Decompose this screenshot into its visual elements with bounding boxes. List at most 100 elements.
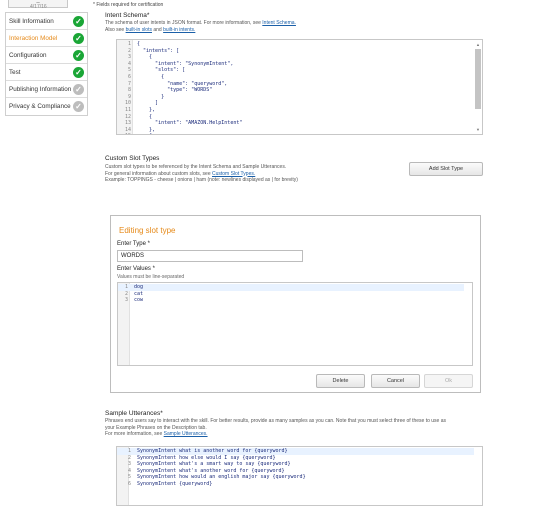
enter-values-label: Enter Values * bbox=[117, 266, 155, 272]
sample-utterances-editor[interactable]: 1 SynonymIntent what is another word for … bbox=[116, 446, 483, 506]
sidebar-item-1[interactable]: Interaction Model ✓ bbox=[6, 30, 87, 47]
code-text: "type": "WORDS" bbox=[137, 87, 213, 94]
code-text: "intent": "AMAZON.HelpIntent" bbox=[137, 120, 243, 127]
panel-title: Editing slot type bbox=[119, 226, 176, 235]
code-text: { bbox=[137, 54, 153, 61]
delete-button[interactable]: Delete bbox=[316, 374, 365, 388]
check-complete-icon: ✓ bbox=[73, 67, 84, 78]
code-line[interactable]: 2 cat bbox=[118, 291, 464, 298]
custom-slot-types-description: Custom slot types to be referenced by th… bbox=[105, 164, 405, 184]
code-line[interactable]: 6 { bbox=[117, 74, 474, 81]
custom-slot-types-link[interactable]: Custom Slot Types. bbox=[212, 171, 255, 177]
add-slot-type-button[interactable]: Add Slot Type bbox=[409, 162, 483, 176]
code-line[interactable]: 14 }, bbox=[117, 127, 474, 134]
code-line[interactable]: 10 ] bbox=[117, 100, 474, 107]
built-in-intents-link[interactable]: built-in intents. bbox=[163, 27, 195, 33]
code-text: SynonymIntent what is another word for {… bbox=[137, 448, 288, 454]
line-number: 5 bbox=[127, 67, 131, 74]
code-text: dog bbox=[134, 284, 144, 290]
sidebar-item-4[interactable]: Publishing Information ✓ bbox=[6, 81, 87, 98]
code-line[interactable]: 6 SynonymIntent {queryword} bbox=[117, 481, 474, 488]
line-number: 14 bbox=[124, 126, 131, 133]
intent-schema-desc-text: The schema of user intents in JSON forma… bbox=[105, 20, 261, 26]
code-text: }, bbox=[137, 106, 156, 113]
custom-slot-desc-1: Custom slot types to be referenced by th… bbox=[105, 164, 287, 170]
line-number: 3 bbox=[127, 54, 131, 61]
check-complete-icon: ✓ bbox=[73, 50, 84, 61]
code-line[interactable]: 2 "intents": [ bbox=[117, 48, 474, 55]
code-line[interactable]: 8 "type": "WORDS" bbox=[117, 87, 474, 94]
code-text: SynonymIntent how else would I say {quer… bbox=[137, 454, 276, 461]
sidebar-item-label: Skill Information bbox=[9, 18, 54, 25]
line-number: 2 bbox=[127, 47, 131, 54]
code-line[interactable]: 1 SynonymIntent what is another word for … bbox=[117, 448, 474, 455]
line-number: 1 bbox=[127, 41, 131, 47]
sidebar-item-0[interactable]: Skill Information ✓ bbox=[6, 13, 87, 30]
line-number: 1 bbox=[127, 448, 131, 454]
intent-schema-code[interactable]: 1{2 "intents": [3 {4 "intent": "SynonymI… bbox=[117, 41, 474, 134]
code-text: cow bbox=[134, 297, 144, 304]
line-number: 4 bbox=[127, 60, 131, 67]
utterances-desc-2: your Example Phrases on the Description … bbox=[105, 424, 207, 431]
custom-slot-desc-3: Example: TOPPINGS - cheese | onions | ha… bbox=[105, 177, 298, 183]
code-line[interactable]: 7 "name": "queryword", bbox=[117, 81, 474, 88]
check-complete-icon: ✓ bbox=[73, 16, 84, 27]
scroll-thumb[interactable] bbox=[475, 49, 481, 109]
scroll-up-icon[interactable]: ▲ bbox=[475, 42, 481, 47]
utterances-desc-1: Phrases end users say to interact with t… bbox=[105, 418, 446, 424]
ok-button[interactable]: Ok bbox=[424, 374, 473, 388]
code-text: } bbox=[137, 93, 165, 100]
sidebar-nav: Skill Information ✓ Interaction Model ✓ Conf… bbox=[5, 12, 88, 116]
code-line[interactable]: 9 } bbox=[117, 94, 474, 101]
check-incomplete-icon: ✓ bbox=[73, 101, 84, 112]
line-number: 12 bbox=[124, 113, 131, 120]
code-line[interactable]: 15 { bbox=[117, 133, 474, 134]
cancel-button[interactable]: Cancel bbox=[371, 374, 420, 388]
code-line[interactable]: 3 SynonymIntent what's a smart way to say… bbox=[117, 461, 474, 468]
intent-schema-editor[interactable]: 1{2 "intents": [3 {4 "intent": "SynonymI… bbox=[116, 39, 483, 135]
sample-utterances-link[interactable]: Sample Utterances. bbox=[164, 431, 208, 437]
code-line[interactable]: 4 "intent": "SynonymIntent", bbox=[117, 61, 474, 68]
code-text: SynonymIntent {queryword} bbox=[137, 480, 213, 487]
intent-schema-desc-text2: Also see bbox=[105, 26, 125, 33]
code-line[interactable]: 5 "slots": [ bbox=[117, 67, 474, 74]
sidebar-item-2[interactable]: Configuration ✓ bbox=[6, 47, 87, 64]
line-number: 1 bbox=[124, 284, 128, 290]
code-line[interactable]: 12 { bbox=[117, 114, 474, 121]
line-number: 7 bbox=[127, 80, 131, 87]
code-line[interactable]: 13 "intent": "AMAZON.HelpIntent" bbox=[117, 120, 474, 127]
code-line[interactable]: 3 cow bbox=[118, 297, 464, 304]
sample-utterances-code[interactable]: 1 SynonymIntent what is another word for … bbox=[117, 448, 474, 488]
code-line[interactable]: 4 SynonymIntent what's another word for {… bbox=[117, 468, 474, 475]
code-text: { bbox=[137, 133, 152, 134]
sample-utterances-title: Sample Utterances* bbox=[105, 410, 163, 417]
code-line[interactable]: 11 }, bbox=[117, 107, 474, 114]
line-number: 2 bbox=[127, 454, 131, 461]
code-text: "name": "queryword", bbox=[137, 80, 228, 87]
slot-values-editor[interactable]: 1 dog 2 cat 3 cow bbox=[117, 282, 473, 366]
slot-type-input[interactable]: WORDS bbox=[117, 250, 303, 262]
sidebar-item-3[interactable]: Test ✓ bbox=[6, 64, 87, 81]
code-line[interactable]: 3 { bbox=[117, 54, 474, 61]
code-line[interactable]: 5 SynonymIntent how would an english majo… bbox=[117, 474, 474, 481]
sidebar-item-5[interactable]: Privacy & Compliance ✓ bbox=[6, 98, 87, 115]
editing-slot-type-panel: Editing slot type Enter Type * WORDS Ent… bbox=[110, 215, 481, 393]
slot-values-code[interactable]: 1 dog 2 cat 3 cow bbox=[118, 284, 464, 304]
intent-schema-scrollbar[interactable]: ▲ ▼ bbox=[475, 42, 481, 132]
code-line[interactable]: 1{ bbox=[117, 41, 474, 48]
nav-date: 4/17/16 bbox=[30, 4, 47, 10]
built-in-slots-link[interactable]: built-in slots bbox=[126, 27, 152, 33]
code-text: { bbox=[137, 41, 141, 47]
code-line[interactable]: 1 dog bbox=[118, 284, 464, 291]
intent-schema-link[interactable]: Intent Schema. bbox=[262, 20, 296, 26]
code-text: cat bbox=[134, 290, 144, 297]
code-text: }, bbox=[137, 126, 156, 133]
values-hint: Values must be line-separated bbox=[117, 274, 185, 280]
code-text: "intents": [ bbox=[137, 47, 180, 54]
code-line[interactable]: 2 SynonymIntent how else would I say {que… bbox=[117, 455, 474, 462]
scroll-down-icon[interactable]: ▼ bbox=[475, 127, 481, 132]
line-number: 2 bbox=[124, 290, 128, 297]
line-number: 6 bbox=[127, 73, 131, 80]
sidebar-item-label: Interaction Model bbox=[9, 35, 58, 42]
line-number: 13 bbox=[124, 120, 131, 127]
